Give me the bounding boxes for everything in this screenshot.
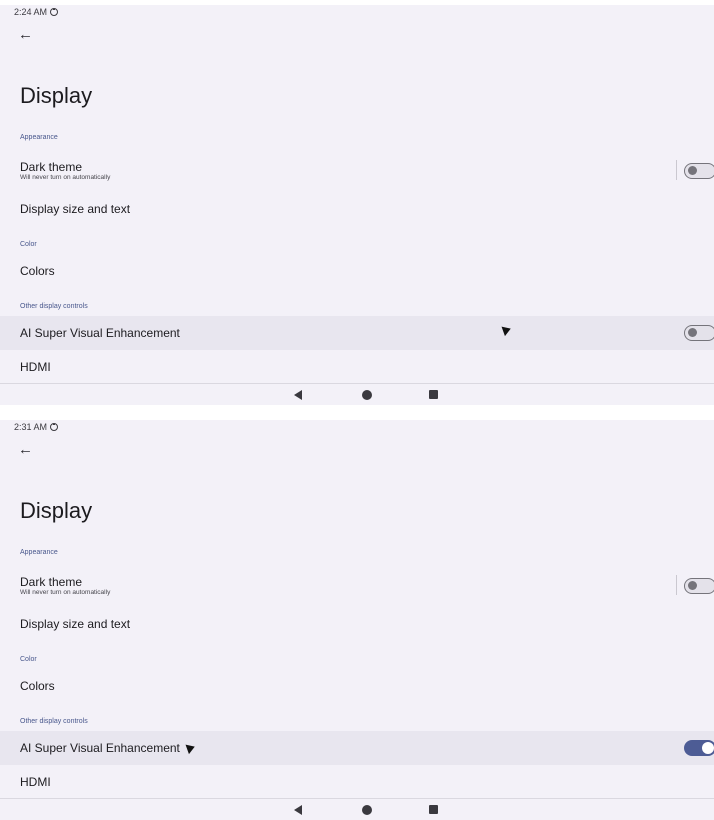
alarm-icon xyxy=(50,8,59,16)
section-color: Color xyxy=(20,241,37,248)
setting-ai-super-visual-enhancement[interactable]: AI Super Visual Enhancement xyxy=(0,731,714,765)
setting-hdmi[interactable]: HDMI xyxy=(0,350,714,384)
setting-display-size[interactable]: Display size and text xyxy=(0,607,714,641)
navigation-bar xyxy=(0,798,714,820)
square-recents-icon[interactable] xyxy=(429,390,438,399)
status-bar: 2:31 AM xyxy=(14,422,59,432)
status-bar: 2:24 AM xyxy=(14,7,59,17)
divider xyxy=(676,160,677,180)
ai-super-toggle[interactable] xyxy=(684,740,714,756)
alarm-icon xyxy=(50,423,59,431)
setting-label: Dark theme xyxy=(20,575,83,589)
back-arrow-icon[interactable]: ← xyxy=(18,27,33,43)
setting-label: Display size and text xyxy=(20,202,131,216)
square-recents-icon[interactable] xyxy=(429,805,438,814)
triangle-back-icon[interactable] xyxy=(294,390,302,400)
setting-colors[interactable]: Colors xyxy=(0,669,714,703)
toggle-knob xyxy=(702,742,714,754)
setting-dark-theme[interactable]: Dark theme Will never turn on automatica… xyxy=(0,154,714,188)
divider xyxy=(676,575,677,595)
setting-summary: Will never turn on automatically xyxy=(20,589,111,596)
section-other-display-controls: Other display controls xyxy=(20,303,88,310)
setting-colors[interactable]: Colors xyxy=(0,254,714,288)
status-time: 2:31 AM xyxy=(14,422,48,432)
toggle-knob xyxy=(688,166,697,175)
setting-label: HDMI xyxy=(20,775,51,789)
screen-2: 2:31 AM ← Display Appearance Dark theme … xyxy=(0,420,714,820)
setting-display-size[interactable]: Display size and text xyxy=(0,192,714,226)
circle-home-icon[interactable] xyxy=(362,805,372,815)
back-arrow-icon[interactable]: ← xyxy=(18,442,33,458)
screen-1: 2:24 AM ← Display Appearance Dark theme … xyxy=(0,5,714,405)
page-title: Display xyxy=(20,83,93,108)
setting-label: HDMI xyxy=(20,360,51,374)
setting-label: Colors xyxy=(20,264,55,278)
status-time: 2:24 AM xyxy=(14,7,48,17)
circle-home-icon[interactable] xyxy=(362,390,372,400)
dark-theme-toggle[interactable] xyxy=(684,163,714,179)
setting-summary: Will never turn on automatically xyxy=(20,174,111,181)
setting-label: Dark theme xyxy=(20,160,83,174)
page-title: Display xyxy=(20,498,93,523)
setting-hdmi[interactable]: HDMI xyxy=(0,765,714,799)
triangle-back-icon[interactable] xyxy=(294,805,302,815)
setting-label: AI Super Visual Enhancement xyxy=(20,741,180,755)
section-other-display-controls: Other display controls xyxy=(20,718,88,725)
ai-super-toggle[interactable] xyxy=(684,325,714,341)
section-appearance: Appearance xyxy=(20,549,58,556)
toggle-knob xyxy=(688,581,697,590)
setting-label: AI Super Visual Enhancement xyxy=(20,326,180,340)
section-appearance: Appearance xyxy=(20,134,58,141)
setting-ai-super-visual-enhancement[interactable]: AI Super Visual Enhancement xyxy=(0,316,714,350)
setting-dark-theme[interactable]: Dark theme Will never turn on automatica… xyxy=(0,569,714,603)
setting-label: Display size and text xyxy=(20,617,131,631)
setting-label: Colors xyxy=(20,679,55,693)
toggle-knob xyxy=(688,328,697,337)
navigation-bar xyxy=(0,383,714,405)
dark-theme-toggle[interactable] xyxy=(684,578,714,594)
section-color: Color xyxy=(20,656,37,663)
